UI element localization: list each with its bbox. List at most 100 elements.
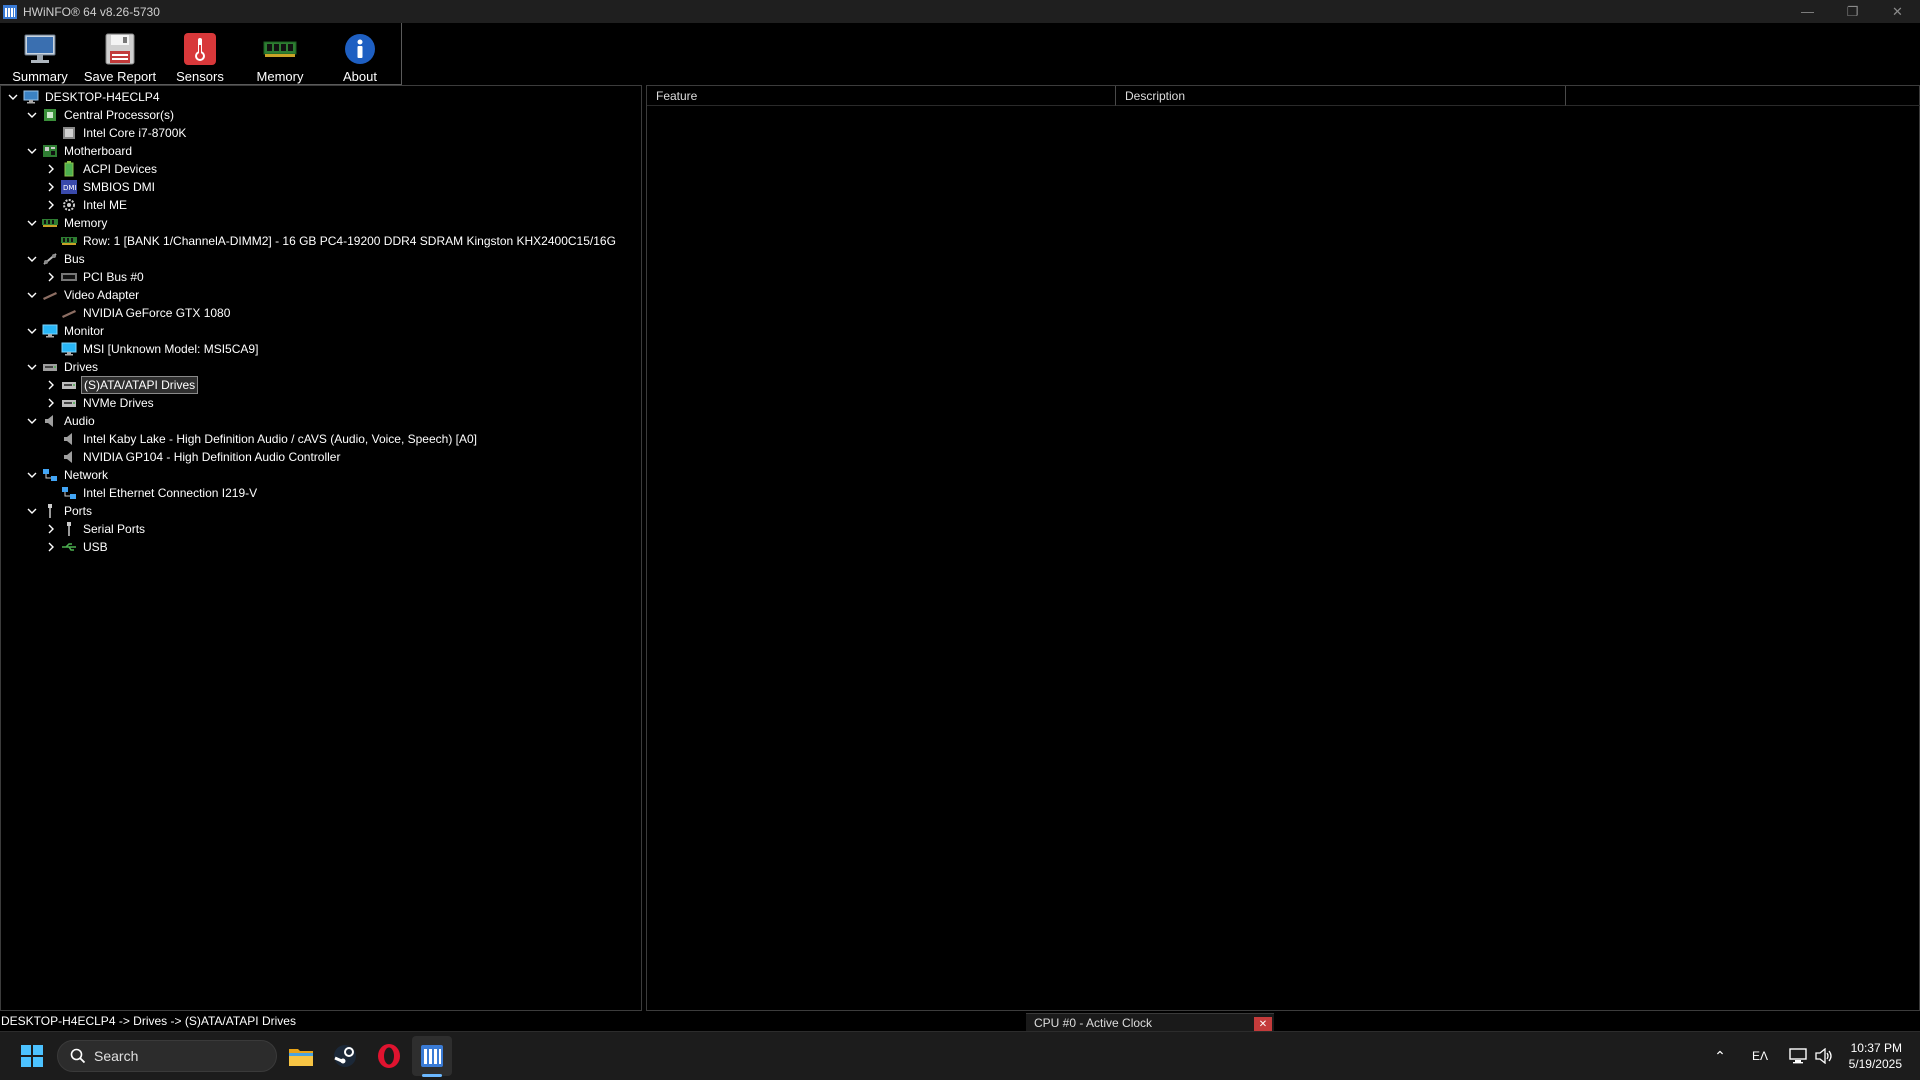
chevron-down-icon[interactable]: [7, 91, 19, 103]
start-icon: [21, 1045, 43, 1067]
chevron-right-icon[interactable]: [45, 541, 57, 553]
taskbar-clock[interactable]: 10:37 PM 5/19/2025: [1849, 1040, 1902, 1072]
file-explorer-button[interactable]: [281, 1032, 321, 1080]
tree-item-label: Drives: [64, 360, 99, 374]
tree-item-label: Intel ME: [83, 198, 128, 212]
ram-icon: [42, 215, 58, 231]
save-report-button[interactable]: Save Report: [80, 23, 160, 84]
chevron-down-icon[interactable]: [26, 415, 38, 427]
hwinfo-taskbar-button[interactable]: [412, 1036, 452, 1076]
column-header-empty: [1566, 86, 1920, 106]
restore-button[interactable]: ❐: [1830, 0, 1875, 23]
tree-item-label: Bus: [64, 252, 85, 266]
tree-item[interactable]: NVIDIA GeForce GTX 1080: [45, 304, 232, 322]
steam-button[interactable]: [325, 1032, 365, 1080]
tree-item[interactable]: Intel Core i7-8700K: [45, 124, 188, 142]
tray-overflow-button[interactable]: ⌃: [1704, 1032, 1736, 1080]
chevron-right-icon[interactable]: [45, 271, 57, 283]
minimize-icon: —: [1801, 4, 1814, 19]
minimize-button[interactable]: —: [1785, 0, 1830, 23]
tree-item[interactable]: PCI Bus #0: [45, 268, 146, 286]
tree-item[interactable]: Central Processor(s): [26, 106, 176, 124]
monitor-icon: [22, 31, 58, 66]
close-button[interactable]: ✕: [1875, 0, 1920, 23]
chevron-down-icon[interactable]: [26, 505, 38, 517]
chevron-right-icon[interactable]: [45, 379, 57, 391]
chevron-down-icon[interactable]: [26, 145, 38, 157]
tree-item[interactable]: Ports: [26, 502, 94, 520]
taskbar-search[interactable]: Search: [57, 1040, 277, 1072]
tree-item[interactable]: Monitor: [26, 322, 106, 340]
tree-item[interactable]: NVMe Drives: [45, 394, 156, 412]
tree-item[interactable]: Intel ME: [45, 196, 129, 214]
tree-item[interactable]: Intel Ethernet Connection I219-V: [45, 484, 259, 502]
tree-item[interactable]: Audio: [26, 412, 97, 430]
tree-item[interactable]: Intel Kaby Lake - High Definition Audio …: [45, 430, 479, 448]
tree-item[interactable]: Serial Ports: [45, 520, 147, 538]
port-icon: [42, 503, 58, 519]
column-header-description[interactable]: Description: [1116, 86, 1566, 106]
tree-item[interactable]: Memory: [26, 214, 109, 232]
summary-button[interactable]: Summary: [0, 23, 80, 84]
tree-item[interactable]: Network: [26, 466, 110, 484]
tree-item[interactable]: Motherboard: [26, 142, 134, 160]
language-label: ΕΛ: [1751, 1049, 1769, 1063]
tree-item-label: Monitor: [64, 324, 105, 338]
chevron-down-icon[interactable]: [26, 253, 38, 265]
chevron-right-icon[interactable]: [45, 181, 57, 193]
start-button[interactable]: [12, 1032, 52, 1080]
tree-item[interactable]: MSI [Unknown Model: MSI5CA9]: [45, 340, 260, 358]
gpu-icon: [42, 287, 58, 303]
pci-bus-icon: [61, 269, 77, 285]
about-button[interactable]: About: [320, 23, 400, 84]
chevron-right-icon[interactable]: [45, 397, 57, 409]
column-header-feature[interactable]: Feature: [647, 86, 1116, 106]
tree-item[interactable]: Bus: [26, 250, 87, 268]
memory-label: Memory: [256, 69, 304, 84]
hard-drive-icon: [61, 395, 77, 411]
chevron-down-icon[interactable]: [26, 361, 38, 373]
display-icon: [61, 341, 77, 357]
gear-icon: [61, 197, 77, 213]
tree-item[interactable]: DESKTOP-H4ECLP4: [7, 88, 162, 106]
clock-time: 10:37 PM: [1850, 1041, 1902, 1055]
volume-tray-button[interactable]: [1810, 1032, 1838, 1080]
chevron-down-icon[interactable]: [26, 109, 38, 121]
tree-item-label: Motherboard: [64, 144, 133, 158]
sensor-popup[interactable]: CPU #0 - Active Clock ✕: [1026, 1013, 1274, 1032]
tree-item[interactable]: Drives: [26, 358, 100, 376]
language-indicator[interactable]: ΕΛ: [1742, 1032, 1778, 1080]
close-icon: ✕: [1258, 1018, 1268, 1030]
chevron-right-icon[interactable]: [45, 163, 57, 175]
tree-item[interactable]: USB: [45, 538, 110, 556]
opera-button[interactable]: [369, 1032, 409, 1080]
hard-drive-icon: [61, 377, 77, 393]
chevron-down-icon[interactable]: [26, 469, 38, 481]
tree-item[interactable]: ACPI Devices: [45, 160, 159, 178]
speaker-icon: [61, 431, 77, 447]
memory-button[interactable]: Memory: [240, 23, 320, 84]
chevron-right-icon[interactable]: [45, 199, 57, 211]
tree-item[interactable]: NVIDIA GP104 - High Definition Audio Con…: [45, 448, 342, 466]
sensors-button[interactable]: Sensors: [160, 23, 240, 84]
chevron-down-icon[interactable]: [26, 289, 38, 301]
chevron-down-icon[interactable]: [26, 325, 38, 337]
chevron-down-icon[interactable]: [26, 217, 38, 229]
tree-item[interactable]: Row: 1 [BANK 1/ChannelA-DIMM2] - 16 GB P…: [45, 232, 618, 250]
details-list[interactable]: Feature Description: [646, 85, 1920, 1011]
file-explorer-icon: [289, 1049, 313, 1066]
tree-item-label: PCI Bus #0: [83, 270, 144, 284]
device-tree[interactable]: DESKTOP-H4ECLP4 Central Processor(s) Intel…: [0, 85, 642, 1011]
cpu-icon: [42, 107, 58, 123]
tree-item[interactable]: DMI SMBIOS DMI: [45, 178, 157, 196]
active-app-indicator: [422, 1074, 442, 1077]
search-icon: [70, 1048, 86, 1064]
tree-item[interactable]: Video Adapter: [26, 286, 141, 304]
popup-close-button[interactable]: ✕: [1254, 1017, 1272, 1031]
chevron-right-icon[interactable]: [45, 523, 57, 535]
network-tray-button[interactable]: [1784, 1032, 1812, 1080]
tree-item[interactable]: (S)ATA/ATAPI Drives: [45, 376, 199, 394]
